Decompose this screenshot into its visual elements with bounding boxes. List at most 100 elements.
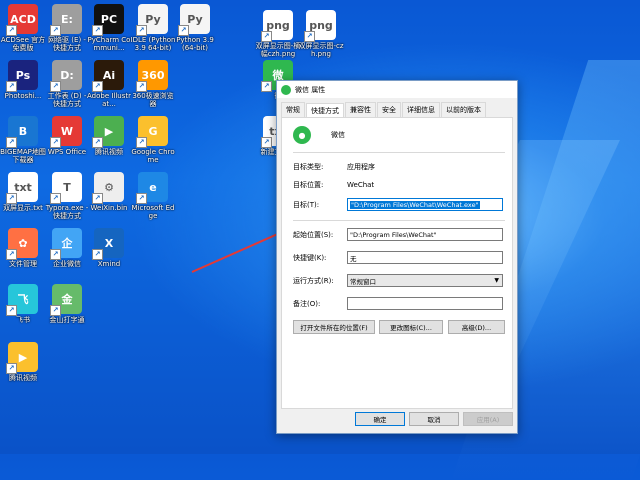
desktop-icon[interactable]: PC ↗ PyCharm Communi...: [86, 4, 132, 52]
icon-glyph: Py: [187, 12, 203, 26]
tab-shortcut[interactable]: 快捷方式: [306, 103, 344, 118]
comment-input[interactable]: [347, 297, 503, 310]
icon-glyph: Py: [145, 12, 161, 26]
icon-glyph: Ps: [15, 68, 31, 82]
icon-glyph: 企: [61, 237, 73, 250]
dialog-titlebar[interactable]: 微信 属性: [277, 81, 517, 98]
desktop-icon-label: 360极速浏览器: [132, 92, 174, 108]
desktop-icon[interactable]: ⚙ ↗ WeiXin.bin: [86, 172, 132, 212]
app-shortcut-icon: Py ↗: [136, 4, 168, 36]
app-shortcut-icon: png ↗: [261, 10, 293, 42]
icon-glyph: T: [63, 180, 71, 194]
icon-glyph: E:: [61, 12, 73, 26]
tab-security[interactable]: 安全: [377, 102, 401, 117]
app-shortcut-icon: D: ↗: [50, 60, 82, 92]
desktop-icon[interactable]: ▶ ↗ 腾讯视频: [0, 342, 46, 382]
shortcut-arrow-icon: ↗: [92, 81, 103, 92]
desktop-icon-label: BIGEMAP地图下载器: [0, 148, 46, 164]
desktop-icon-label: 网络驱 (E) - 快捷方式: [48, 36, 86, 52]
desktop-icon-label: 腾讯视频: [95, 148, 123, 156]
desktop-icon[interactable]: T ↗ Typora.exe - 快捷方式: [44, 172, 90, 220]
desktop-icon[interactable]: png ↗ 双屏显示图-czh.png: [298, 10, 344, 58]
chevron-down-icon: ▼: [494, 277, 499, 284]
app-shortcut-icon: 360 ↗: [136, 60, 168, 92]
shortcut-arrow-icon: ↗: [261, 137, 272, 148]
desktop-icon[interactable]: ▶ ↗ 腾讯视频: [86, 116, 132, 156]
start-in-input[interactable]: "D:\Program Files\WeChat": [347, 228, 503, 241]
icon-glyph: 360: [141, 68, 165, 82]
app-shortcut-icon: ▶ ↗: [6, 342, 38, 374]
desktop-icon[interactable]: B ↗ BIGEMAP地图下载器: [0, 116, 46, 164]
app-icon: ●: [293, 126, 311, 144]
app-shortcut-icon: Ps ↗: [6, 60, 38, 92]
desktop-icon[interactable]: 360 ↗ 360极速浏览器: [130, 60, 176, 108]
apply-button[interactable]: 应用(A): [463, 412, 513, 426]
icon-glyph: Ai: [102, 68, 116, 82]
desktop-icon[interactable]: ACD ↗ ACDSee 官方免费版: [0, 4, 46, 52]
target-input[interactable]: "D:\Program Files\WeChat\WeChat.exe": [347, 198, 503, 211]
shortcut-arrow-icon: ↗: [50, 137, 61, 148]
desktop-icon[interactable]: G ↗ Google Chrome: [130, 116, 176, 164]
app-shortcut-icon: ▶ ↗: [92, 116, 124, 148]
desktop-icon[interactable]: txt ↗ 双屏显示.txt: [0, 172, 46, 212]
target-value: "D:\Program Files\WeChat\WeChat.exe": [350, 200, 480, 209]
desktop-icon-label: Google Chrome: [131, 148, 175, 164]
desktop-icon[interactable]: Ai ↗ Adobe Illustrat...: [86, 60, 132, 108]
cancel-button[interactable]: 取消: [409, 412, 459, 426]
app-shortcut-icon: PC ↗: [92, 4, 124, 36]
advanced-button[interactable]: 高级(D)...: [448, 320, 505, 334]
desktop-icon[interactable]: 企 ↗ 企业微信: [44, 228, 90, 268]
desktop-icon[interactable]: Ps ↗ Photoshi...: [0, 60, 46, 100]
desktop-icon[interactable]: png ↗ 双屏显示图-横幅czh.png: [255, 10, 301, 58]
app-shortcut-icon: txt↗: [6, 172, 38, 204]
desktop-icon[interactable]: ✿ ↗ 文件管理: [0, 228, 46, 268]
shortcut-arrow-icon: ↗: [50, 305, 61, 316]
run-select[interactable]: 常规窗口 ▼: [347, 274, 503, 287]
desktop-icon[interactable]: Py ↗ Python 3.9 (64-bit): [172, 4, 218, 52]
app-shortcut-icon: E: ↗: [50, 4, 82, 36]
desktop-icon[interactable]: 金 ↗ 金山打字通: [44, 284, 90, 324]
app-shortcut-icon: T ↗: [50, 172, 82, 204]
desktop-icon[interactable]: W ↗ WPS Office: [44, 116, 90, 156]
shortcut-arrow-icon: ↗: [92, 25, 103, 36]
desktop-icon[interactable]: E: ↗ 网络驱 (E) - 快捷方式: [44, 4, 90, 52]
desktop-icon-label: Xmind: [97, 260, 121, 268]
icon-glyph: txt: [14, 180, 32, 194]
app-shortcut-icon: B ↗: [6, 116, 38, 148]
desktop-icon[interactable]: X ↗ Xmind: [86, 228, 132, 268]
open-file-location-button[interactable]: 打开文件所在的位置(F): [293, 320, 375, 334]
shortcut-arrow-icon: ↗: [6, 137, 17, 148]
tab-previous-versions[interactable]: 以前的版本: [441, 102, 486, 117]
app-shortcut-icon: W ↗: [50, 116, 82, 148]
shortcut-arrow-icon: ↗: [92, 137, 103, 148]
change-icon-button[interactable]: 更改图标(C)...: [379, 320, 443, 334]
target-location-value: WeChat: [347, 181, 375, 189]
shortcut-panel: ● 微信 目标类型: 应用程序 目标位置: WeChat 目标(T): "D:\…: [281, 117, 513, 409]
icon-glyph: X: [104, 236, 114, 250]
shortcut-arrow-icon: ↗: [261, 31, 272, 42]
shortcut-arrow-icon: ↗: [50, 249, 61, 260]
target-location-label: 目标位置:: [293, 181, 324, 189]
app-shortcut-icon: e ↗: [136, 172, 168, 204]
desktop-icon[interactable]: e ↗ Microsoft Edge: [130, 172, 176, 220]
desktop-icon[interactable]: Py ↗ IDLE (Python 3.9 64-bit): [130, 4, 176, 52]
shortcut-arrow-icon: ↗: [6, 249, 17, 260]
desktop-icon[interactable]: D: ↗ 工作表 (D) - 快捷方式: [44, 60, 90, 108]
shortcut-arrow-icon: ↗: [6, 193, 17, 204]
tab-compatibility[interactable]: 兼容性: [345, 102, 376, 117]
desktop-icon-label: 双屏显示图-横幅czh.png: [255, 42, 301, 58]
tab-general[interactable]: 常规: [281, 102, 305, 117]
icon-glyph: ⚙: [104, 180, 114, 194]
shortcut-key-input[interactable]: 无: [347, 251, 503, 264]
dialog-title: 微信 属性: [295, 85, 326, 94]
shortcut-arrow-icon: ↗: [304, 31, 315, 42]
ok-button[interactable]: 确定: [355, 412, 405, 426]
app-shortcut-icon: png ↗: [304, 10, 336, 42]
shortcut-arrow-icon: ↗: [50, 81, 61, 92]
desktop-icon[interactable]: 飞 ↗ 飞书: [0, 284, 46, 324]
tab-details[interactable]: 详细信息: [402, 102, 440, 117]
desktop-icon-label: 工作表 (D) - 快捷方式: [47, 92, 87, 108]
app-shortcut-icon: Py ↗: [178, 4, 210, 36]
desktop-icon-label: Adobe Illustrat...: [86, 92, 132, 108]
icon-glyph: e: [149, 180, 157, 194]
